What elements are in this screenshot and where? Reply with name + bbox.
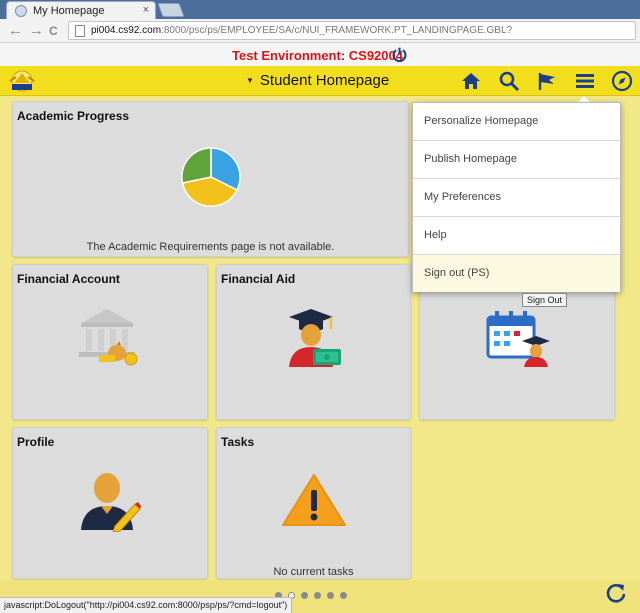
browser-status-bar: javascript:DoLogout("http://pi004.cs92.c…: [0, 597, 293, 613]
browser-tabstrip: My Homepage ×: [0, 0, 640, 19]
menu-item-publish[interactable]: Publish Homepage: [413, 141, 620, 179]
tab-close-icon[interactable]: ×: [143, 4, 149, 16]
profile-edit-icon: [81, 473, 141, 532]
page-icon: [75, 25, 85, 37]
page-dot[interactable]: [327, 592, 334, 599]
app-header: ▼ Student Homepage: [0, 66, 640, 96]
home-icon[interactable]: [460, 70, 482, 92]
warning-icon: [282, 474, 346, 526]
menu-icon[interactable]: [574, 70, 596, 92]
flag-icon[interactable]: [536, 70, 558, 92]
sign-out-tooltip: Sign Out: [522, 293, 568, 307]
menu-item-help[interactable]: Help: [413, 217, 620, 255]
pie-chart-icon: [181, 147, 241, 207]
menu-item-sign-out[interactable]: Sign out (PS): [413, 255, 620, 292]
page-title: Student Homepage: [259, 72, 390, 89]
browser-tab[interactable]: My Homepage ×: [6, 1, 156, 19]
refresh-icon[interactable]: [605, 582, 627, 604]
tile-academic-progress[interactable]: Academic Progress The Academic Requireme…: [12, 101, 409, 257]
calendar-student-icon: [486, 311, 550, 367]
url-host: pi004.cs92.com: [91, 25, 162, 36]
tile-message: The Academic Requirements page is not av…: [86, 241, 335, 253]
actions-menu: Personalize Homepage Publish Homepage My…: [412, 102, 621, 292]
tile-financial-account[interactable]: Financial Account: [12, 264, 208, 420]
power-icon[interactable]: [391, 46, 408, 63]
tile-tasks[interactable]: Tasks No current tasks: [216, 427, 411, 579]
tile-financial-aid[interactable]: Financial Aid: [216, 264, 411, 420]
forward-icon[interactable]: →: [29, 22, 44, 39]
page-favicon-icon: [15, 5, 27, 17]
tile-title: Academic Progress: [17, 109, 130, 123]
menu-item-preferences[interactable]: My Preferences: [413, 179, 620, 217]
homepage-selector[interactable]: ▼ Student Homepage: [246, 72, 389, 89]
environment-bar: Test Environment: CS92004: [0, 43, 640, 66]
address-bar[interactable]: pi004.cs92.com:8000/psc/ps/EMPLOYEE/SA/c…: [68, 21, 636, 40]
page-dot[interactable]: [314, 592, 321, 599]
university-logo-icon: [9, 70, 35, 92]
browser-toolbar: ← → C pi004.cs92.com:8000/psc/ps/EMPLOYE…: [0, 19, 640, 43]
graduate-money-icon: [289, 309, 341, 367]
tile-title: Tasks: [221, 435, 255, 449]
bank-icon: [79, 309, 138, 366]
search-icon[interactable]: [498, 70, 520, 92]
tab-title: My Homepage: [33, 5, 105, 17]
new-tab-button[interactable]: [157, 3, 185, 17]
environment-label: Test Environment: CS92004: [232, 48, 403, 63]
menu-item-personalize[interactable]: Personalize Homepage: [413, 103, 620, 141]
tile-title: Profile: [17, 435, 55, 449]
tile-title: Financial Account: [17, 272, 120, 286]
page-dot[interactable]: [301, 592, 308, 599]
url-path: :8000/psc/ps/EMPLOYEE/SA/c/NUI_FRAMEWORK…: [161, 25, 513, 36]
compass-icon[interactable]: [611, 70, 633, 92]
back-icon[interactable]: ←: [8, 22, 23, 39]
tile-message: No current tasks: [273, 566, 354, 578]
reload-icon[interactable]: C: [49, 24, 58, 38]
tile-title: Financial Aid: [221, 272, 296, 286]
tile-profile[interactable]: Profile: [12, 427, 208, 579]
page-dot[interactable]: [340, 592, 347, 599]
caret-down-icon: ▼: [246, 76, 254, 85]
